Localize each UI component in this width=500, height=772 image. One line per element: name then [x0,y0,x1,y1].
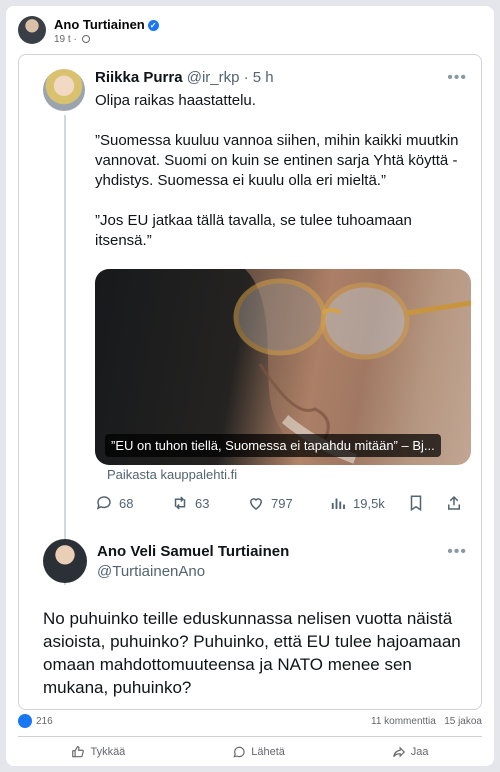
reply-action: 68 [95,491,133,515]
views-chart-icon [331,498,345,509]
share-arrow-icon [392,746,405,757]
reply-handle: @TurtiainenAno [97,563,206,580]
views-count: 19,5k [353,495,385,511]
like-action: 797 [247,491,293,515]
views-action: 19,5k [329,491,385,515]
post-stats: 216 11 kommenttia 15 jakoa [18,712,482,734]
tweet-header: Riikka Purra @ir_rkp · 5 h [95,69,274,86]
tweet-time: 5 h [252,69,274,86]
link-card-image: ”EU on tuhon tiellä, Suomessa ei tapahdu… [95,269,471,465]
tweet-author-name: Riikka Purra [95,69,183,86]
post-meta: 19 t · [54,34,90,45]
link-source: Paikasta kauppalehti.fi [107,467,238,482]
facebook-post: Ano Turtiainen ✓ 19 t · Riikka Purra @ir_… [6,6,494,766]
like-count: 797 [271,495,293,511]
post-header: Ano Turtiainen ✓ 19 t · [18,16,478,52]
reply-count: 68 [119,495,134,511]
retweet-count: 63 [195,495,210,511]
reply-more-options-icon: ••• [447,543,467,560]
bookmark-action [407,491,431,515]
upload-share-icon [448,495,460,510]
reply-text: No puhuinko teille eduskunnassa nelisen … [43,609,461,697]
comment-share-counts: 11 kommenttia 15 jakoa [371,716,482,727]
comment-count[interactable]: 11 kommenttia [371,716,436,727]
retweet-icon [174,496,186,510]
tweet-paragraph: Olipa raikas haastattelu. [95,92,256,109]
tweet-paragraph: ”Suomessa kuuluu vannoa siihen, mihin ka… [95,132,459,189]
like-reaction-icon[interactable] [18,714,32,728]
tweet-actions: 68 63 797 19,5k [95,491,467,515]
share-count[interactable]: 15 jakoa [444,716,482,727]
tweet-paragraph: ”Jos EU jatkaa tällä tavalla, se tulee t… [95,212,412,249]
tweet-avatar [43,69,85,111]
like-button-label: Tykkää [90,745,126,758]
author-avatar[interactable] [18,16,46,44]
globe-icon [81,35,90,43]
send-button-label: Lähetä [251,745,285,758]
bookmark-icon [410,495,422,512]
thread-line [64,115,66,585]
whatsapp-icon [233,746,245,757]
link-title: ”EU on tuhon tiellä, Suomessa ei tapahdu… [105,434,441,457]
share-button[interactable]: Jaa [392,745,429,759]
share-action [445,491,469,515]
tweet-handle: @ir_rkp [186,69,240,86]
like-button[interactable]: Tykkää [71,745,125,759]
tweet-text: Olipa raikas haastattelu. ”Suomessa kuul… [95,91,467,271]
retweet-action: 63 [171,491,209,515]
reaction-count[interactable]: 216 [36,716,53,727]
share-button-label: Jaa [410,745,429,758]
author-name[interactable]: Ano Turtiainen ✓ [54,17,159,32]
reply-author-name: Ano Veli Samuel Turtiainen [97,543,290,560]
more-options-icon: ••• [447,69,467,86]
post-action-bar: Tykkää Lähetä Jaa [18,736,482,766]
post-time[interactable]: 19 t [54,34,71,45]
thumbs-up-icon [72,745,85,757]
heart-icon [249,498,263,510]
reply-avatar [43,539,87,583]
send-button[interactable]: Lähetä [232,745,285,759]
embedded-screenshot[interactable]: Riikka Purra @ir_rkp · 5 h ••• Olipa rai… [18,54,482,710]
verified-badge-icon: ✓ [147,20,159,31]
reply-icon [96,496,111,510]
